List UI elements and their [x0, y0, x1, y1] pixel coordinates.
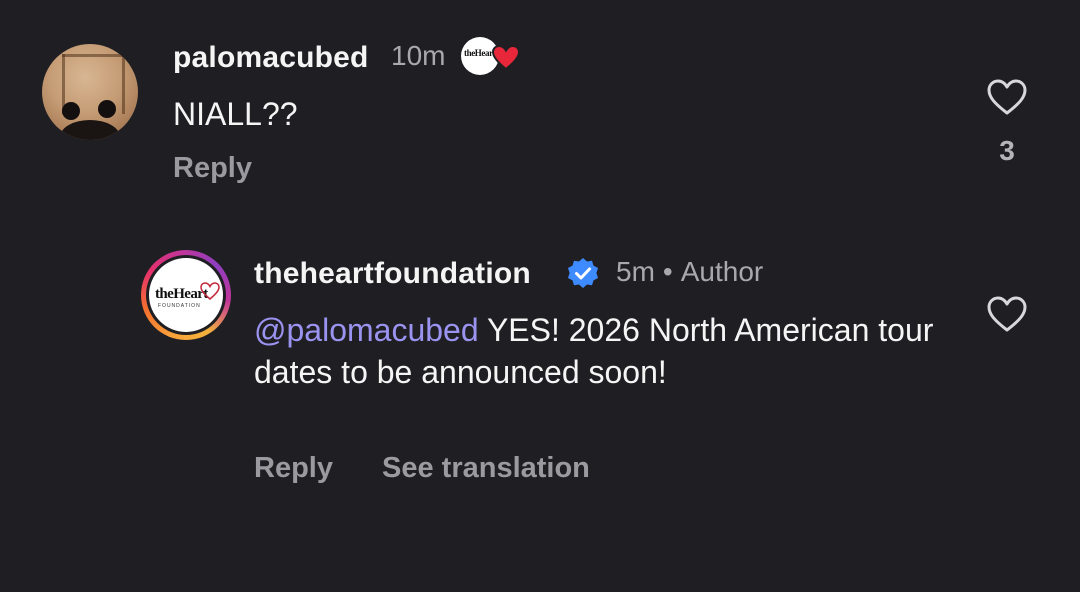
comment-text: @palomacubed YES! 2026 North American to… [254, 309, 934, 393]
username[interactable]: theheartfoundation [254, 257, 531, 291]
username[interactable]: palomacubed [173, 41, 369, 75]
reply-button[interactable]: Reply [254, 452, 333, 485]
heart-foundation-logo-icon: theHeart FOUNDATION [149, 258, 223, 332]
like-count: 3 [999, 135, 1015, 166]
separator-dot: • [662, 256, 673, 287]
verified-badge-icon [568, 258, 598, 288]
see-translation-button[interactable]: See translation [382, 452, 590, 485]
avatar[interactable]: theHeart FOUNDATION [141, 250, 231, 340]
heart-badge-icon [492, 45, 520, 71]
timestamp-author: 5m • Author [616, 256, 763, 288]
timestamp: 5m [616, 256, 655, 287]
author-label: Author [680, 256, 764, 287]
comment-text: NIALL?? [173, 96, 298, 132]
heart-icon[interactable] [986, 78, 1028, 116]
mention-link[interactable]: @palomacubed [254, 312, 479, 348]
timestamp: 10m [391, 40, 446, 71]
avatar[interactable] [42, 44, 138, 140]
heart-icon[interactable] [986, 295, 1028, 333]
reply-button[interactable]: Reply [173, 152, 252, 185]
